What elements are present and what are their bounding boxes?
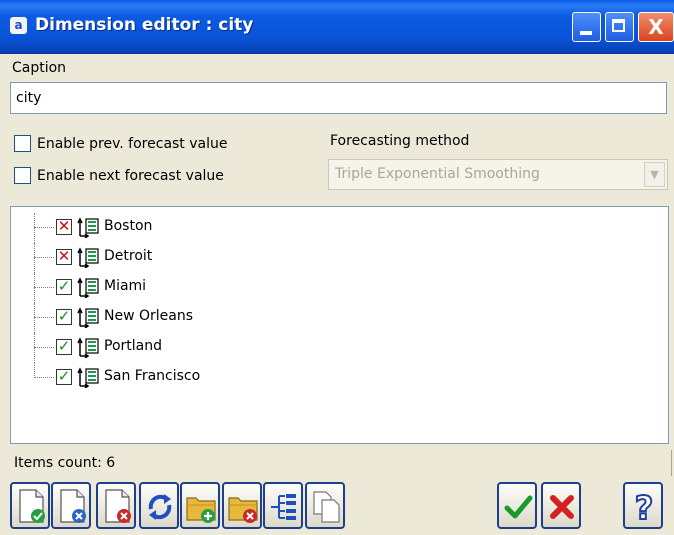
tree-connector [34, 227, 54, 228]
caption-input[interactable] [10, 82, 667, 114]
help-button[interactable]: ? [623, 482, 663, 529]
dimension-items-tree[interactable]: ✕ Boston ✕ Detroit ✓ Miami ✓ New Orleans ✓ Portla… [10, 206, 669, 444]
dimension-member-icon [77, 246, 101, 269]
tree-item[interactable]: ✓ New Orleans [11, 303, 651, 333]
tree-item-label: San Francisco [104, 368, 201, 384]
tree-item[interactable]: ✓ San Francisco [11, 363, 651, 393]
dimension-member-icon [77, 306, 101, 329]
svg-text:?: ? [635, 489, 654, 526]
select-all-button[interactable] [10, 482, 50, 529]
refresh-button[interactable] [139, 482, 179, 529]
ok-button[interactable] [497, 482, 537, 529]
tree-connector [34, 213, 35, 243]
prev-forecast-label: Enable prev. forecast value [37, 135, 228, 152]
minimize-icon [580, 31, 592, 35]
tree-connector [34, 273, 35, 303]
title-bar[interactable]: a Dimension editor : city X [0, 0, 674, 54]
tree-item[interactable]: ✕ Detroit [11, 243, 651, 273]
tree-item-label: Miami [104, 278, 147, 294]
copy-button[interactable] [305, 482, 345, 529]
included-checkbox[interactable]: ✓ [56, 369, 72, 385]
maximize-button[interactable] [605, 12, 634, 42]
forecasting-method-value: Triple Exponential Smoothing [335, 166, 540, 182]
prev-forecast-checkbox[interactable] [14, 135, 31, 152]
status-separator [671, 450, 672, 476]
tree-item-label: Detroit [104, 248, 153, 264]
next-forecast-checkbox[interactable] [14, 167, 31, 184]
remove-folder-button[interactable] [222, 482, 262, 529]
dimension-member-icon [77, 276, 101, 299]
tree-connector [34, 377, 54, 378]
tree-item-label: Boston [104, 218, 153, 234]
excluded-checkbox[interactable]: ✕ [56, 249, 72, 265]
tree-connector [34, 333, 35, 363]
chevron-down-icon[interactable]: ▼ [644, 162, 665, 187]
tree-item[interactable]: ✓ Portland [11, 333, 651, 363]
tree-item-label: Portland [104, 338, 162, 354]
next-forecast-label: Enable next forecast value [37, 167, 224, 184]
tree-connector [34, 347, 54, 348]
included-checkbox[interactable]: ✓ [56, 309, 72, 325]
add-folder-button[interactable] [180, 482, 220, 529]
included-checkbox[interactable]: ✓ [56, 279, 72, 295]
app-icon: a [10, 17, 27, 34]
remove-item-button[interactable] [96, 482, 136, 529]
dimension-member-icon [77, 336, 101, 359]
hierarchy-button[interactable] [263, 482, 303, 529]
maximize-icon [612, 19, 625, 32]
tree-connector [34, 257, 54, 258]
cancel-button[interactable] [541, 482, 581, 529]
tree-item[interactable]: ✕ Boston [11, 213, 651, 243]
tree-connector [34, 363, 35, 378]
forecasting-method-label: Forecasting method [330, 133, 470, 149]
tree-connector [34, 287, 54, 288]
excluded-checkbox[interactable]: ✕ [56, 219, 72, 235]
tree-connector [34, 317, 54, 318]
deselect-button[interactable] [51, 482, 91, 529]
dimension-member-icon [77, 366, 101, 389]
items-count-status: Items count: 6 [14, 455, 116, 471]
forecasting-method-select[interactable]: Triple Exponential Smoothing ▼ [328, 159, 668, 190]
tree-item-label: New Orleans [104, 308, 194, 324]
minimize-button[interactable] [572, 12, 601, 42]
included-checkbox[interactable]: ✓ [56, 339, 72, 355]
tree-connector [34, 303, 35, 333]
close-icon: X [648, 15, 664, 39]
window-title: Dimension editor : city [35, 15, 254, 35]
caption-label: Caption [12, 60, 67, 76]
dimension-member-icon [77, 216, 101, 239]
prev-forecast-option[interactable]: Enable prev. forecast value [14, 135, 228, 152]
next-forecast-option[interactable]: Enable next forecast value [14, 167, 224, 184]
tree-connector [34, 243, 35, 273]
close-button[interactable]: X [638, 12, 674, 42]
tree-item[interactable]: ✓ Miami [11, 273, 651, 303]
